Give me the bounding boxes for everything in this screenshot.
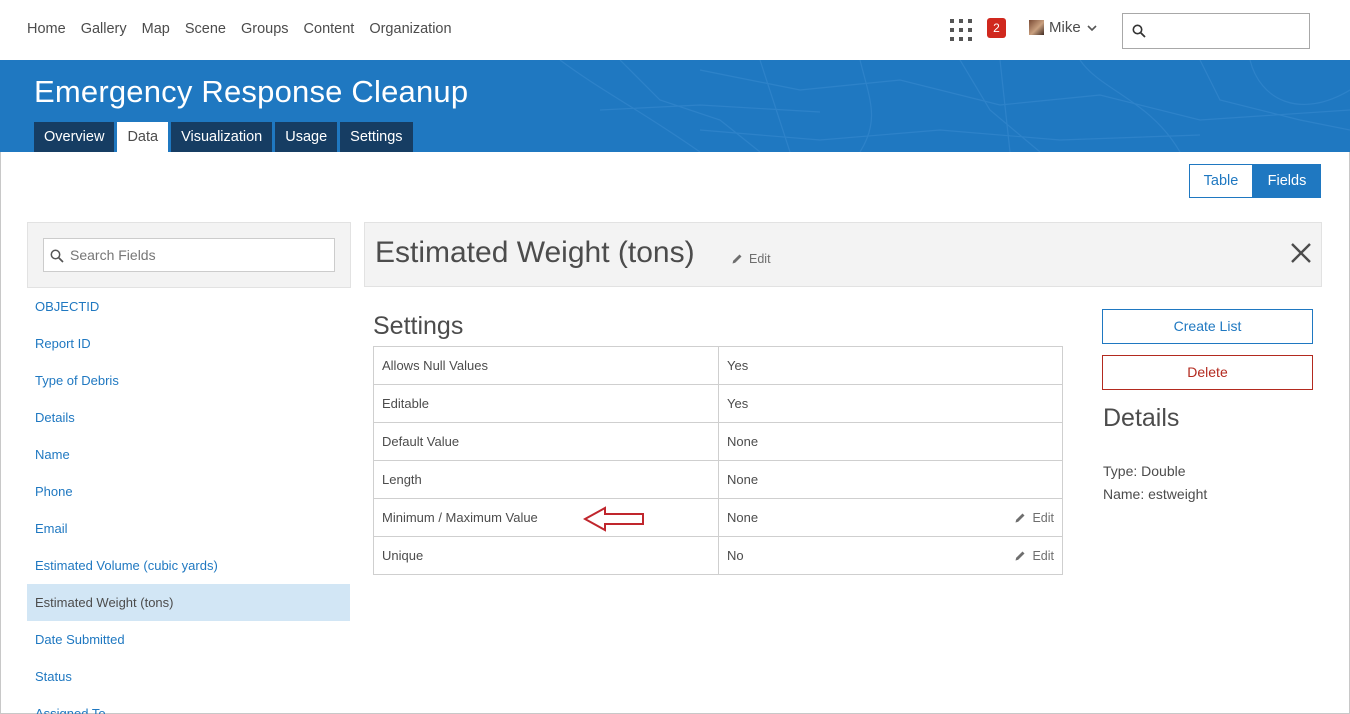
- field-item-report-id[interactable]: Report ID: [27, 325, 350, 362]
- nav-link-organization[interactable]: Organization: [369, 21, 451, 37]
- global-search[interactable]: [1122, 13, 1310, 49]
- item-title: Emergency Response Cleanup: [34, 74, 469, 109]
- notification-badge[interactable]: 2: [987, 18, 1006, 38]
- field-search-panel: [27, 222, 351, 288]
- field-search-input[interactable]: [70, 243, 325, 267]
- pencil-icon: [1015, 513, 1025, 523]
- table-row: Allows Null Values Yes: [373, 346, 1063, 385]
- tab-visualization[interactable]: Visualization: [171, 122, 273, 152]
- field-list: OBJECTID Report ID Type of Debris Detail…: [27, 288, 350, 714]
- field-item-estimated-volume[interactable]: Estimated Volume (cubic yards): [27, 547, 350, 584]
- setting-value: No Edit: [718, 536, 1063, 575]
- field-name-title: Estimated Weight (tons): [375, 236, 695, 269]
- field-item-email[interactable]: Email: [27, 510, 350, 547]
- annotation-arrow-icon: [583, 506, 644, 532]
- app-launcher-icon[interactable]: [950, 19, 972, 41]
- field-item-name[interactable]: Name: [27, 436, 350, 473]
- field-item-assigned-to[interactable]: Assigned To: [27, 695, 350, 714]
- edit-unique-button[interactable]: Edit: [1014, 549, 1054, 563]
- field-search-box[interactable]: [43, 238, 335, 272]
- setting-value: Yes: [718, 346, 1063, 385]
- fields-view-button[interactable]: Fields: [1253, 164, 1321, 198]
- field-item-details[interactable]: Details: [27, 399, 350, 436]
- edit-field-name-button[interactable]: Edit: [731, 252, 771, 266]
- setting-label: Length: [373, 460, 719, 499]
- global-search-input[interactable]: [1151, 18, 1301, 44]
- setting-value: None Edit: [718, 498, 1063, 537]
- setting-label: Allows Null Values: [373, 346, 719, 385]
- field-item-estimated-weight[interactable]: Estimated Weight (tons): [27, 584, 350, 621]
- table-row: Editable Yes: [373, 384, 1063, 423]
- search-icon: [1132, 24, 1146, 38]
- edit-label: Edit: [1032, 511, 1054, 525]
- setting-label: Unique: [373, 536, 719, 575]
- tab-settings[interactable]: Settings: [340, 122, 413, 152]
- field-item-objectid[interactable]: OBJECTID: [27, 288, 350, 325]
- nav-link-scene[interactable]: Scene: [185, 21, 226, 37]
- setting-label: Default Value: [373, 422, 719, 461]
- setting-label: Editable: [373, 384, 719, 423]
- table-row: Unique No Edit: [373, 536, 1063, 575]
- details-type: Type: Double: [1103, 463, 1186, 479]
- nav-link-content[interactable]: Content: [304, 21, 355, 37]
- tab-usage[interactable]: Usage: [275, 122, 338, 152]
- table-row: Length None: [373, 460, 1063, 499]
- chevron-down-icon: [1087, 24, 1097, 31]
- edit-label: Edit: [1032, 549, 1054, 563]
- table-row: Minimum / Maximum Value None Edit: [373, 498, 1063, 537]
- item-tabs: Overview Data Visualization Usage Settin…: [34, 122, 413, 152]
- field-item-date-submitted[interactable]: Date Submitted: [27, 621, 350, 658]
- field-item-type-of-debris[interactable]: Type of Debris: [27, 362, 350, 399]
- pencil-icon: [1015, 551, 1025, 561]
- nav-link-home[interactable]: Home: [27, 21, 66, 37]
- nav-links: Home Gallery Map Scene Groups Content Or…: [27, 21, 452, 37]
- setting-value: None: [718, 422, 1063, 461]
- details-heading: Details: [1103, 404, 1180, 432]
- settings-heading: Settings: [373, 312, 464, 340]
- details-name: Name: estweight: [1103, 486, 1208, 502]
- close-icon[interactable]: [1289, 241, 1313, 265]
- tab-data[interactable]: Data: [117, 122, 169, 152]
- field-item-status[interactable]: Status: [27, 658, 350, 695]
- user-menu[interactable]: Mike: [1029, 19, 1098, 36]
- tab-overview[interactable]: Overview: [34, 122, 115, 152]
- table-view-button[interactable]: Table: [1189, 164, 1253, 198]
- nav-link-map[interactable]: Map: [142, 21, 170, 37]
- item-banner: Emergency Response Cleanup Overview Data…: [0, 60, 1350, 152]
- user-name: Mike: [1049, 19, 1081, 36]
- view-toggle: Table Fields: [1189, 164, 1321, 198]
- edit-min-max-button[interactable]: Edit: [1014, 511, 1054, 525]
- setting-label: Minimum / Maximum Value: [373, 498, 719, 537]
- settings-table: Allows Null Values Yes Editable Yes Defa…: [373, 346, 1063, 575]
- setting-value: None: [718, 460, 1063, 499]
- nav-link-gallery[interactable]: Gallery: [81, 21, 127, 37]
- create-list-button[interactable]: Create List: [1102, 309, 1313, 344]
- field-item-phone[interactable]: Phone: [27, 473, 350, 510]
- pencil-icon: [732, 254, 742, 264]
- edit-label: Edit: [749, 252, 771, 266]
- search-icon: [50, 249, 64, 263]
- table-row: Default Value None: [373, 422, 1063, 461]
- delete-button[interactable]: Delete: [1102, 355, 1313, 390]
- top-navigation: Home Gallery Map Scene Groups Content Or…: [0, 0, 1350, 60]
- setting-value: Yes: [718, 384, 1063, 423]
- avatar: [1029, 20, 1044, 35]
- field-header: Estimated Weight (tons) Edit: [364, 222, 1322, 287]
- nav-link-groups[interactable]: Groups: [241, 21, 289, 37]
